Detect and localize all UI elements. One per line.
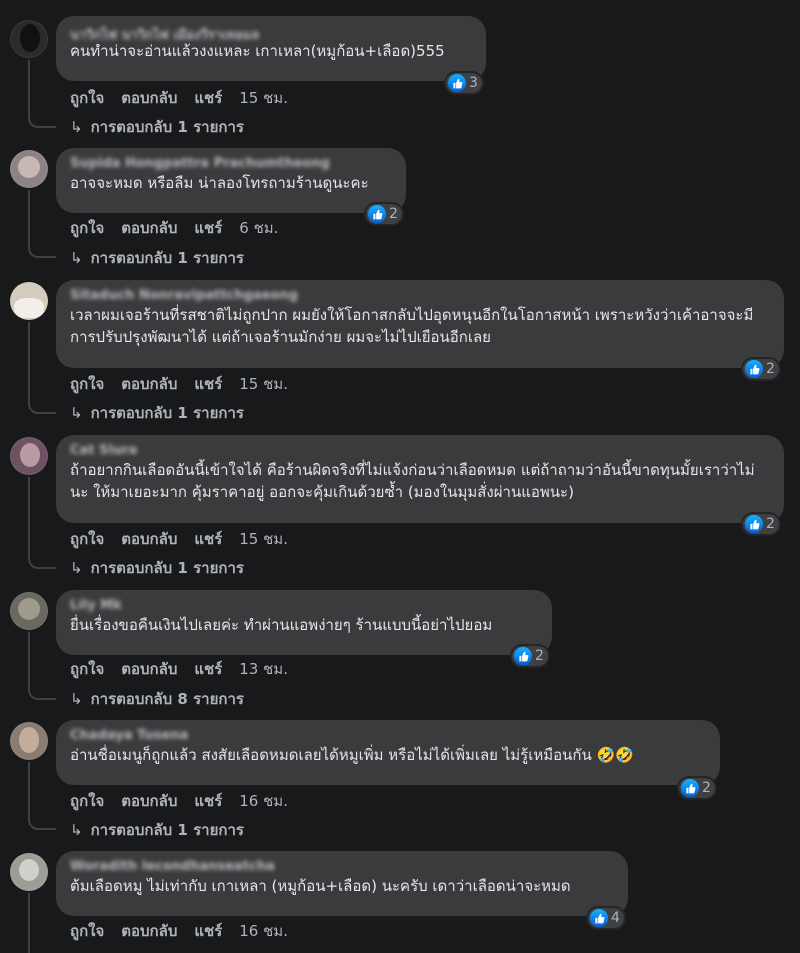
reaction-count[interactable]: 2 [679,778,715,798]
timestamp[interactable]: 16 ชม. [239,919,288,943]
reply-button[interactable]: ตอบกลับ [121,372,177,396]
share-button[interactable]: แชร์ [194,527,222,551]
view-replies-link[interactable]: ↳ การตอบกลับ 1 รายการ [70,246,244,270]
like-reaction-icon [745,360,763,378]
avatar[interactable] [10,853,48,891]
reply-arrow-icon: ↳ [70,690,83,708]
reaction-count[interactable]: 2 [512,646,548,666]
reaction-count[interactable]: 2 [743,514,779,534]
share-button[interactable]: แชร์ [194,216,222,240]
avatar[interactable] [10,20,48,58]
reply-arrow-icon: ↳ [70,559,83,577]
comment-author[interactable]: Sitaduch Nonravipattchgaeong [70,288,772,304]
reaction-number: 3 [469,75,478,91]
timestamp[interactable]: 13 ชม. [239,657,288,681]
comment-text: อ่านชื่อเมนูก็ถูกแล้ว สงสัยเลือดหมดเลยได… [70,746,634,764]
reaction-count[interactable]: 4 [588,908,624,928]
timestamp[interactable]: 16 ชม. [239,789,288,813]
avatar[interactable] [10,437,48,475]
comment-bubble: Chadaya Tusena อ่านชื่อเมนูก็ถูกแล้ว สงส… [56,720,720,785]
reaction-number: 2 [535,648,544,664]
comment-bubble: นาวิกไฟ นาวิกไฟ เมืองวีราเทอมล คนทำน่าจะ… [56,16,486,81]
comment-bubble: Supida Hongpattra Prachumtheong อาจจะหมด… [56,148,406,213]
share-button[interactable]: แชร์ [194,657,222,681]
share-button[interactable]: แชร์ [194,86,222,110]
comment-text: ต้มเลือดหมู ไม่เท่ากับ เกาเหลา (หมูก้อน+… [70,877,571,895]
reaction-count[interactable]: 2 [743,359,779,379]
like-button[interactable]: ถูกใจ [70,789,104,813]
comment-text: ยื่นเรื่องขอคืนเงินไปเลยค่ะ ทำผ่านแอพง่า… [70,616,493,634]
timestamp[interactable]: 6 ชม. [239,216,278,240]
reaction-number: 2 [702,780,711,796]
view-replies-link[interactable]: ↳ การตอบกลับ 1 รายการ [70,556,244,580]
comment-bubble: Lily Mk ยื่นเรื่องขอคืนเงินไปเลยค่ะ ทำผ่… [56,590,552,655]
share-button[interactable]: แชร์ [194,789,222,813]
like-reaction-icon [368,205,386,223]
replies-label: การตอบกลับ 1 รายการ [90,118,244,136]
timestamp[interactable]: 15 ชม. [239,527,288,551]
comment-bubble: Woradith lecondhanseatcha ต้มเลือดหมู ไม… [56,851,628,916]
reply-button[interactable]: ตอบกลับ [121,789,177,813]
avatar[interactable] [10,282,48,320]
like-reaction-icon [448,74,466,92]
timestamp[interactable]: 15 ชม. [239,372,288,396]
like-button[interactable]: ถูกใจ [70,372,104,396]
reply-button[interactable]: ตอบกลับ [121,657,177,681]
like-button[interactable]: ถูกใจ [70,657,104,681]
reaction-number: 2 [766,361,775,377]
reaction-count[interactable]: 2 [366,204,402,224]
like-button[interactable]: ถูกใจ [70,919,104,943]
like-reaction-icon [681,779,699,797]
replies-label: การตอบกลับ 1 รายการ [90,559,244,577]
comment-author[interactable]: Cat Slura [70,443,772,459]
comment-bubble: Sitaduch Nonravipattchgaeong เวลาผมเจอร้… [56,280,784,368]
avatar[interactable] [10,722,48,760]
like-button[interactable]: ถูกใจ [70,527,104,551]
reply-arrow-icon: ↳ [70,404,83,422]
reply-arrow-icon: ↳ [70,118,83,136]
reaction-count[interactable]: 3 [446,73,482,93]
reaction-number: 2 [389,206,398,222]
comment-author[interactable]: นาวิกไฟ นาวิกไฟ เมืองวีราเทอมล [70,24,474,40]
replies-label: การตอบกลับ 8 รายการ [90,690,244,708]
avatar[interactable] [10,150,48,188]
avatar[interactable] [10,592,48,630]
comment-author[interactable]: Supida Hongpattra Prachumtheong [70,156,394,172]
timestamp[interactable]: 15 ชม. [239,86,288,110]
like-reaction-icon [745,515,763,533]
reply-button[interactable]: ตอบกลับ [121,919,177,943]
replies-label: การตอบกลับ 1 รายการ [90,404,244,422]
replies-label: การตอบกลับ 1 รายการ [90,821,244,839]
comment-text: เวลาผมเจอร้านที่รสชาติไม่ถูกปาก ผมยังให้… [70,306,754,346]
comment-bubble: Cat Slura ถ้าอยากกินเลือดอันนี้เข้าใจได้… [56,435,784,523]
comment-author[interactable]: Lily Mk [70,598,540,614]
comment-text: ถ้าอยากกินเลือดอันนี้เข้าใจได้ คือร้านผิ… [70,461,755,501]
reply-arrow-icon: ↳ [70,821,83,839]
share-button[interactable]: แชร์ [194,372,222,396]
like-reaction-icon [514,647,532,665]
view-replies-link[interactable]: ↳ การตอบกลับ 1 รายการ [70,818,244,842]
reaction-number: 4 [611,910,620,926]
reply-button[interactable]: ตอบกลับ [121,527,177,551]
reply-button[interactable]: ตอบกลับ [121,216,177,240]
like-button[interactable]: ถูกใจ [70,86,104,110]
view-replies-link[interactable]: ↳ การตอบกลับ 8 รายการ [70,687,244,711]
replies-label: การตอบกลับ 1 รายการ [90,249,244,267]
view-replies-link[interactable]: ↳ การตอบกลับ 1 รายการ [70,401,244,425]
comment-text: อาจจะหมด หรือลืม น่าลองโทรถามร้านดูนะคะ [70,174,369,192]
like-reaction-icon [590,909,608,927]
comment-text: คนทำน่าจะอ่านแล้วงงแหละ เกาเหลา(หมูก้อน+… [70,42,445,60]
reaction-number: 2 [766,516,775,532]
share-button[interactable]: แชร์ [194,919,222,943]
comment-author[interactable]: Woradith lecondhanseatcha [70,859,616,875]
comment-author[interactable]: Chadaya Tusena [70,728,708,744]
reply-button[interactable]: ตอบกลับ [121,86,177,110]
reply-arrow-icon: ↳ [70,249,83,267]
view-replies-link[interactable]: ↳ การตอบกลับ 1 รายการ [70,115,244,139]
like-button[interactable]: ถูกใจ [70,216,104,240]
